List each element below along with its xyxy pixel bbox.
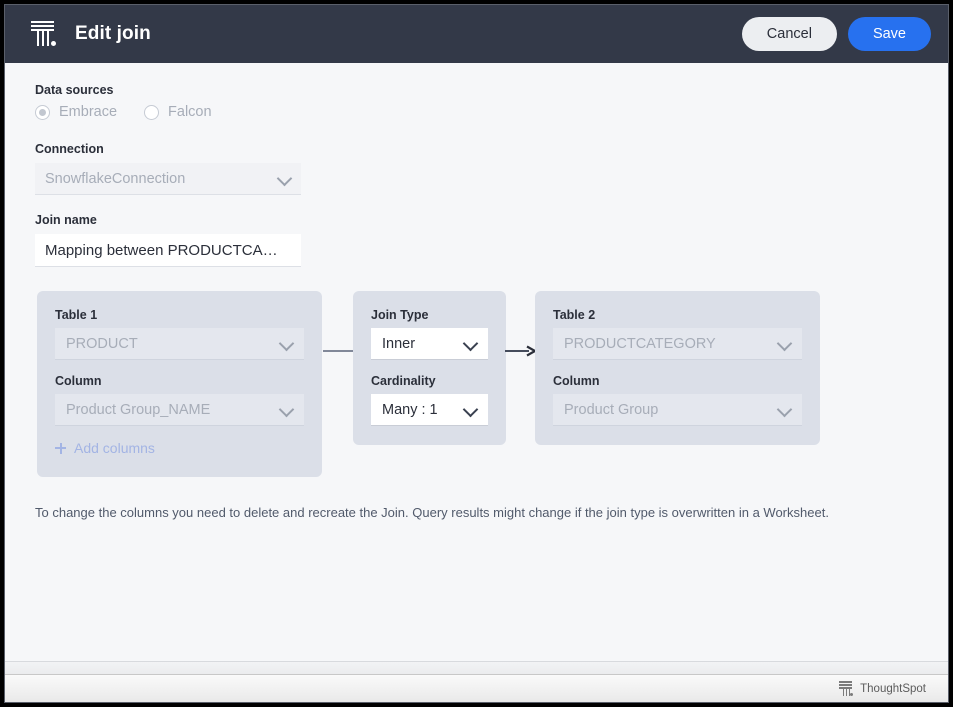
table1-panel: Table 1 PRODUCT Column Product Group_NAM… xyxy=(37,291,322,477)
table2-column-select[interactable]: Product Group xyxy=(553,394,802,426)
join-type-value: Inner xyxy=(382,335,416,352)
chevron-down-icon xyxy=(278,335,295,351)
table1-value: PRODUCT xyxy=(66,335,138,352)
connection-select[interactable]: SnowflakeConnection xyxy=(35,163,301,195)
table2-value: PRODUCTCATEGORY xyxy=(564,335,716,352)
radio-label-embrace: Embrace xyxy=(59,104,118,120)
connection-label: Connection xyxy=(35,142,104,156)
table2-column-label: Column xyxy=(553,374,600,388)
join-diagram: Table 1 PRODUCT Column Product Group_NAM… xyxy=(35,291,918,481)
thoughtspot-footer-logo-icon xyxy=(839,680,854,697)
connector-arrow-right xyxy=(505,344,538,357)
table1-select[interactable]: PRODUCT xyxy=(55,328,304,360)
plus-icon xyxy=(55,442,66,454)
table2-label: Table 2 xyxy=(553,308,596,322)
chevron-down-icon xyxy=(776,335,793,351)
join-type-label: Join Type xyxy=(371,308,429,322)
join-name-label: Join name xyxy=(35,213,97,227)
table1-column-value: Product Group_NAME xyxy=(66,401,211,418)
add-columns-button[interactable]: Add columns xyxy=(55,440,304,456)
connection-value: SnowflakeConnection xyxy=(45,170,186,187)
edit-join-form: Data sources Embrace Falcon Connection S… xyxy=(5,63,948,676)
cardinality-label: Cardinality xyxy=(371,374,436,388)
table1-label: Table 1 xyxy=(55,308,98,322)
helper-note: To change the columns you need to delete… xyxy=(35,505,829,520)
table1-column-label: Column xyxy=(55,374,102,388)
cancel-button[interactable]: Cancel xyxy=(741,17,837,51)
join-type-panel: Join Type Inner Cardinality Many : 1 xyxy=(353,291,506,445)
add-columns-label: Add columns xyxy=(74,440,155,456)
radio-label-falcon: Falcon xyxy=(168,104,212,120)
application-window: Edit join Cancel Save Data sources Embra… xyxy=(4,4,949,703)
radio-option-falcon[interactable]: Falcon xyxy=(144,104,212,120)
radio-checked-icon xyxy=(35,104,50,120)
footer-brand-label: ThoughtSpot xyxy=(860,682,926,695)
app-footer: ThoughtSpot xyxy=(5,674,948,702)
app-header: Edit join Cancel Save xyxy=(5,5,948,63)
chevron-down-icon xyxy=(278,401,295,417)
join-type-select[interactable]: Inner xyxy=(371,328,488,360)
save-button[interactable]: Save xyxy=(847,17,931,51)
thoughtspot-logo-icon xyxy=(31,19,57,49)
radio-unchecked-icon xyxy=(144,104,160,120)
page-title: Edit join xyxy=(75,23,151,44)
data-sources-label: Data sources xyxy=(35,83,114,97)
connector-line-left xyxy=(323,344,354,356)
join-name-input[interactable] xyxy=(35,234,301,267)
radio-option-embrace[interactable]: Embrace xyxy=(35,104,117,120)
footer-strip xyxy=(5,661,948,674)
chevron-down-icon xyxy=(276,170,293,186)
chevron-down-icon xyxy=(462,335,479,351)
chevron-down-icon xyxy=(462,401,479,417)
table2-select[interactable]: PRODUCTCATEGORY xyxy=(553,328,802,360)
chevron-down-icon xyxy=(776,401,793,417)
table1-column-select[interactable]: Product Group_NAME xyxy=(55,394,304,426)
table2-panel: Table 2 PRODUCTCATEGORY Column Product G… xyxy=(535,291,820,445)
cardinality-select[interactable]: Many : 1 xyxy=(371,394,488,426)
table2-column-value: Product Group xyxy=(564,401,659,418)
cardinality-value: Many : 1 xyxy=(382,401,438,418)
data-sources-radio-group: Embrace Falcon xyxy=(35,104,918,120)
